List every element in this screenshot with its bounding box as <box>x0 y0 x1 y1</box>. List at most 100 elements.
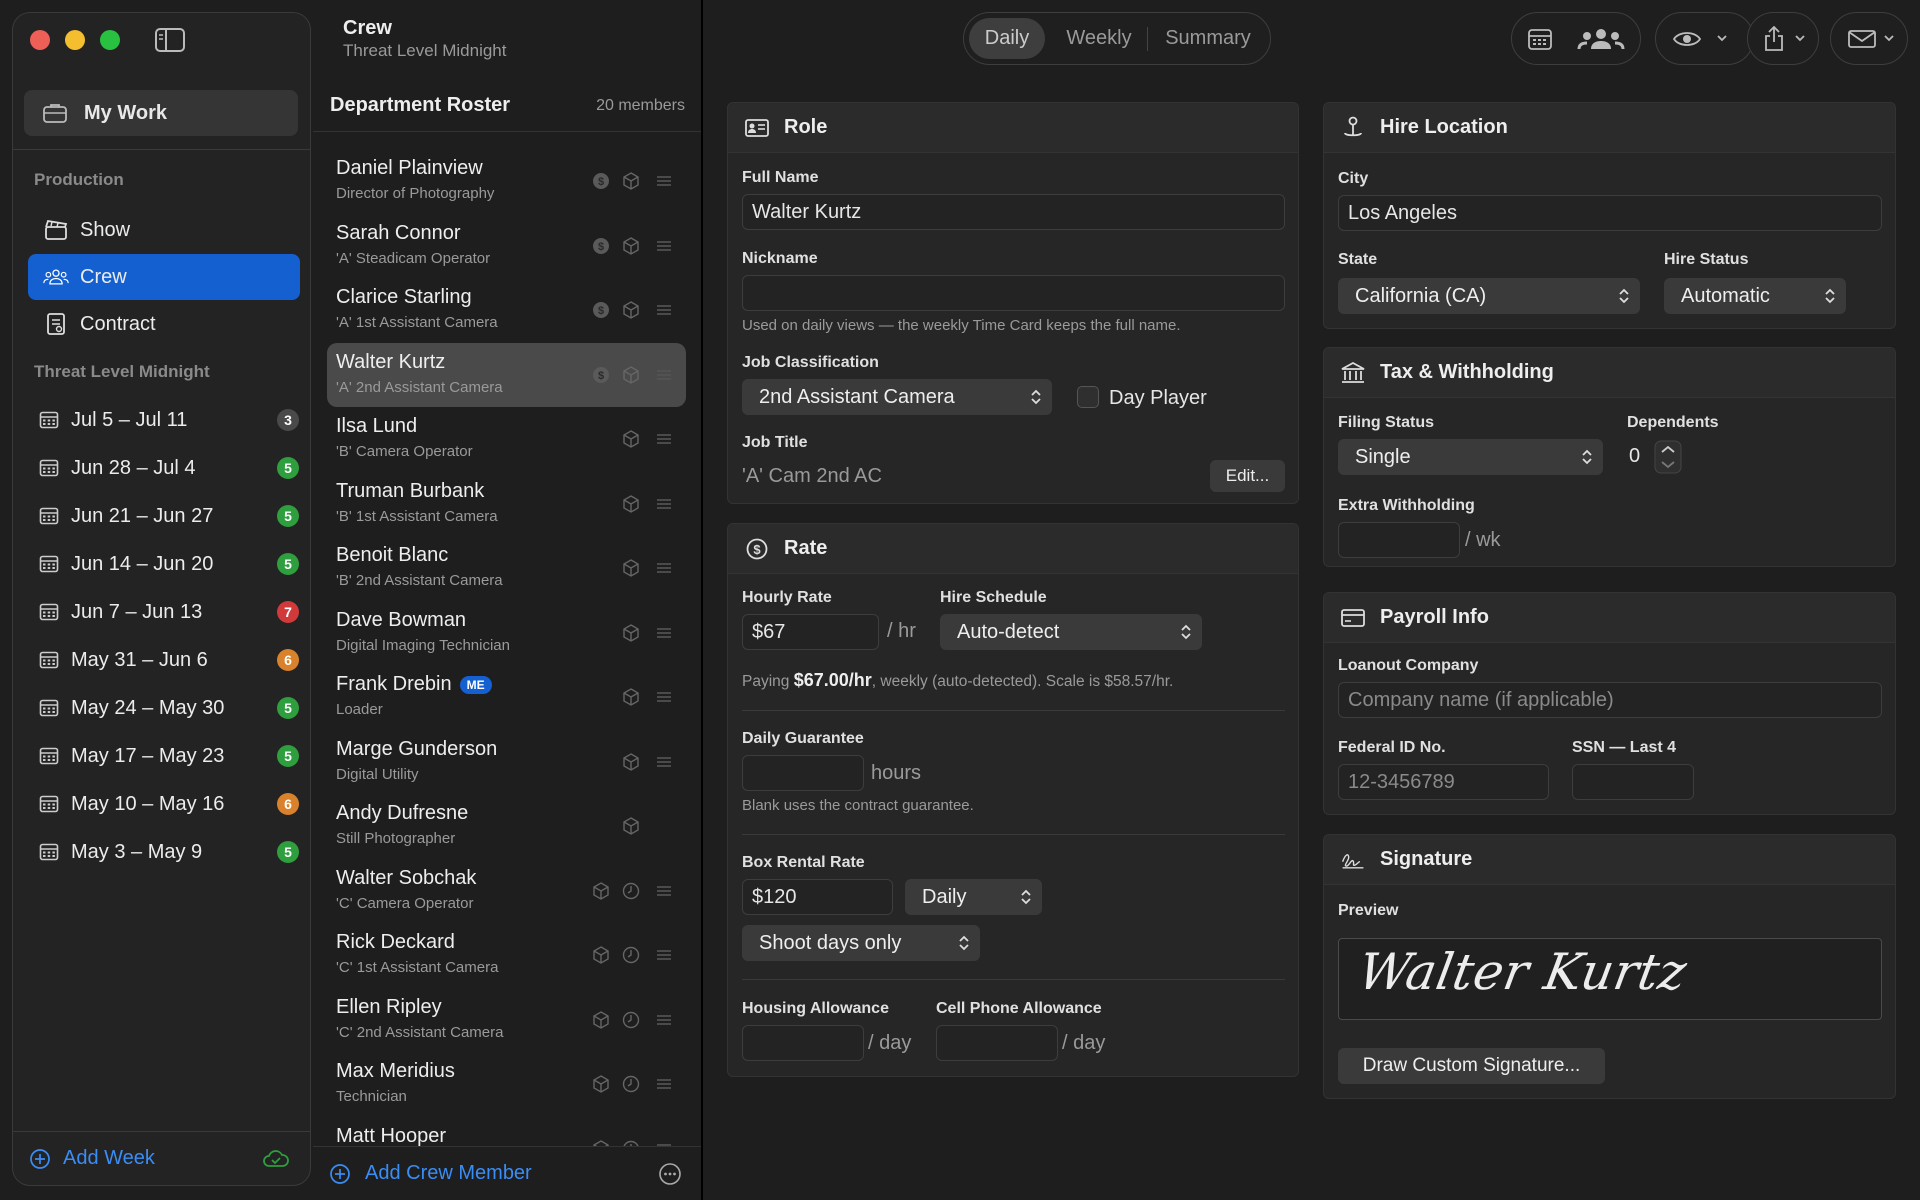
hire-status-select[interactable]: Automatic <box>1664 278 1846 314</box>
sidebar-toggle-icon[interactable] <box>154 27 186 53</box>
box-rental-period-select[interactable]: Daily <box>905 879 1042 915</box>
loanout-company-field[interactable]: Company name (if applicable) <box>1338 682 1882 718</box>
drag-handle-icon[interactable] <box>654 300 674 320</box>
sidebar-item-show[interactable]: Show <box>28 207 300 253</box>
me-badge: ME <box>459 675 492 694</box>
crew-member-row[interactable]: Daniel Plainview Director of Photography $ <box>327 149 686 213</box>
hire-schedule-select[interactable]: Auto-detect <box>940 614 1202 650</box>
crew-member-row[interactable]: Clarice Starling 'A' 1st Assistant Camera… <box>327 278 686 342</box>
drag-handle-icon[interactable] <box>654 171 674 191</box>
sidebar-week-item[interactable]: Jul 5 – Jul 11 3 <box>35 402 299 438</box>
drag-handle-icon[interactable] <box>654 365 674 385</box>
minimize-window-button[interactable] <box>65 30 85 50</box>
week-label: May 31 – Jun 6 <box>71 648 208 671</box>
sidebar-item-contract[interactable]: Contract <box>28 301 300 347</box>
payroll-title: Payroll Info <box>1380 606 1489 628</box>
drag-handle-icon[interactable] <box>654 881 674 901</box>
share-menu[interactable] <box>1747 12 1819 65</box>
section-show-name: Threat Level Midnight <box>34 362 210 381</box>
crew-member-row[interactable]: Frank Drebin ME Loader <box>327 665 686 729</box>
crew-member-row[interactable]: Walter Sobchak 'C' Camera Operator <box>327 859 686 923</box>
crew-member-row[interactable]: Marge Gunderson Digital Utility <box>327 730 686 794</box>
box-rental-field[interactable]: $120 <box>742 879 893 915</box>
extra-withholding-field[interactable] <box>1338 522 1460 558</box>
tab-summary[interactable]: Summary <box>1151 18 1265 59</box>
drag-handle-icon[interactable] <box>654 494 674 514</box>
box-rental-days-select[interactable]: Shoot days only <box>742 925 980 961</box>
zoom-window-button[interactable] <box>100 30 120 50</box>
sidebar-week-item[interactable]: May 17 – May 23 5 <box>35 738 299 774</box>
tab-daily[interactable]: Daily <box>969 18 1045 59</box>
per-week-unit: / wk <box>1465 529 1501 551</box>
day-player-checkbox[interactable] <box>1077 386 1099 408</box>
crew-member-row[interactable]: Ilsa Lund 'B' Camera Operator <box>327 407 686 471</box>
drag-handle-icon[interactable] <box>654 687 674 707</box>
job-title-label: Job Title <box>742 434 808 451</box>
sidebar-week-item[interactable]: Jun 21 – Jun 27 5 <box>35 498 299 534</box>
drag-handle-icon[interactable] <box>654 752 674 772</box>
ssn-last4-field[interactable] <box>1572 764 1694 800</box>
tab-weekly[interactable]: Weekly <box>1054 18 1144 59</box>
drag-handle-icon[interactable] <box>654 558 674 578</box>
housing-allowance-field[interactable] <box>742 1025 864 1061</box>
drag-handle-icon[interactable] <box>654 945 674 965</box>
drag-handle-icon[interactable] <box>654 1010 674 1030</box>
clock-icon <box>621 1010 641 1030</box>
crew-member-row[interactable]: Rick Deckard 'C' 1st Assistant Camera <box>327 923 686 987</box>
crew-member-row[interactable]: Ellen Ripley 'C' 2nd Assistant Camera <box>327 988 686 1052</box>
more-options-icon[interactable] <box>658 1162 682 1186</box>
pane-divider[interactable] <box>701 0 703 1200</box>
crew-member-row[interactable]: Benoit Blanc 'B' 2nd Assistant Camera <box>327 536 686 600</box>
edit-job-title-button[interactable]: Edit... <box>1210 460 1285 492</box>
visibility-menu[interactable] <box>1655 12 1754 65</box>
nickname-help-text: Used on daily views — the weekly Time Ca… <box>742 317 1181 334</box>
crew-member-name-wrap: Walter Sobchak <box>336 867 476 890</box>
sidebar-week-item[interactable]: May 3 – May 9 5 <box>35 834 299 870</box>
calendar-icon[interactable] <box>1527 27 1553 51</box>
filing-status-select[interactable]: Single <box>1338 439 1603 475</box>
drag-handle-icon[interactable] <box>654 623 674 643</box>
box-icon <box>621 623 641 643</box>
crew-group-icon[interactable] <box>1577 27 1625 51</box>
crew-member-row[interactable]: Truman Burbank 'B' 1st Assistant Camera <box>327 472 686 536</box>
my-work-button[interactable]: My Work <box>24 90 298 136</box>
sidebar-item-crew[interactable]: Crew <box>28 254 300 300</box>
drag-handle-icon[interactable] <box>654 1074 674 1094</box>
cell-phone-allowance-field[interactable] <box>936 1025 1058 1061</box>
crew-member-row[interactable]: Andy Dufresne Still Photographer <box>327 794 686 858</box>
add-week-button[interactable]: Add Week <box>29 1147 155 1170</box>
box-icon <box>621 558 641 578</box>
hourly-rate-field[interactable]: $67 <box>742 614 879 650</box>
drag-handle-icon[interactable] <box>654 429 674 449</box>
week-count-badge: 3 <box>277 409 299 431</box>
crew-member-row[interactable]: Sarah Connor 'A' Steadicam Operator $ <box>327 214 686 278</box>
crew-member-name: Rick Deckard <box>336 931 455 953</box>
crew-member-row[interactable]: Max Meridius Technician <box>327 1052 686 1116</box>
city-field[interactable]: Los Angeles <box>1338 195 1882 231</box>
cloud-sync-icon[interactable] <box>262 1148 290 1168</box>
dependents-label: Dependents <box>1627 414 1719 431</box>
sidebar-week-item[interactable]: Jun 28 – Jul 4 5 <box>35 450 299 486</box>
federal-id-field[interactable]: 12-3456789 <box>1338 764 1549 800</box>
dollar-icon: $ <box>591 300 611 320</box>
crew-member-row[interactable]: Dave Bowman Digital Imaging Technician <box>327 601 686 665</box>
close-window-button[interactable] <box>30 30 50 50</box>
state-select[interactable]: California (CA) <box>1338 278 1640 314</box>
crew-member-row[interactable]: Walter Kurtz 'A' 2nd Assistant Camera $ <box>327 342 686 407</box>
draw-custom-signature-button[interactable]: Draw Custom Signature... <box>1338 1048 1605 1084</box>
sidebar-week-item[interactable]: Jun 7 – Jun 13 7 <box>35 594 299 630</box>
crew-member-name-wrap: Frank Drebin ME <box>336 673 492 696</box>
drag-handle-icon[interactable] <box>654 236 674 256</box>
sidebar-week-item[interactable]: May 24 – May 30 5 <box>35 690 299 726</box>
add-crew-member-button[interactable]: Add Crew Member <box>329 1162 532 1185</box>
full-name-field[interactable]: Walter Kurtz <box>742 194 1285 230</box>
dependents-stepper[interactable] <box>1654 440 1682 474</box>
sidebar-week-item[interactable]: May 10 – May 16 6 <box>35 786 299 822</box>
daily-guarantee-field[interactable] <box>742 755 864 791</box>
nickname-field[interactable] <box>742 275 1285 311</box>
sidebar-week-item[interactable]: Jun 14 – Jun 20 5 <box>35 546 299 582</box>
job-classification-select[interactable]: 2nd Assistant Camera <box>742 379 1052 415</box>
sidebar-week-item[interactable]: May 31 – Jun 6 6 <box>35 642 299 678</box>
cell-phone-allowance-label: Cell Phone Allowance <box>936 1000 1102 1017</box>
mail-menu[interactable] <box>1830 12 1908 65</box>
